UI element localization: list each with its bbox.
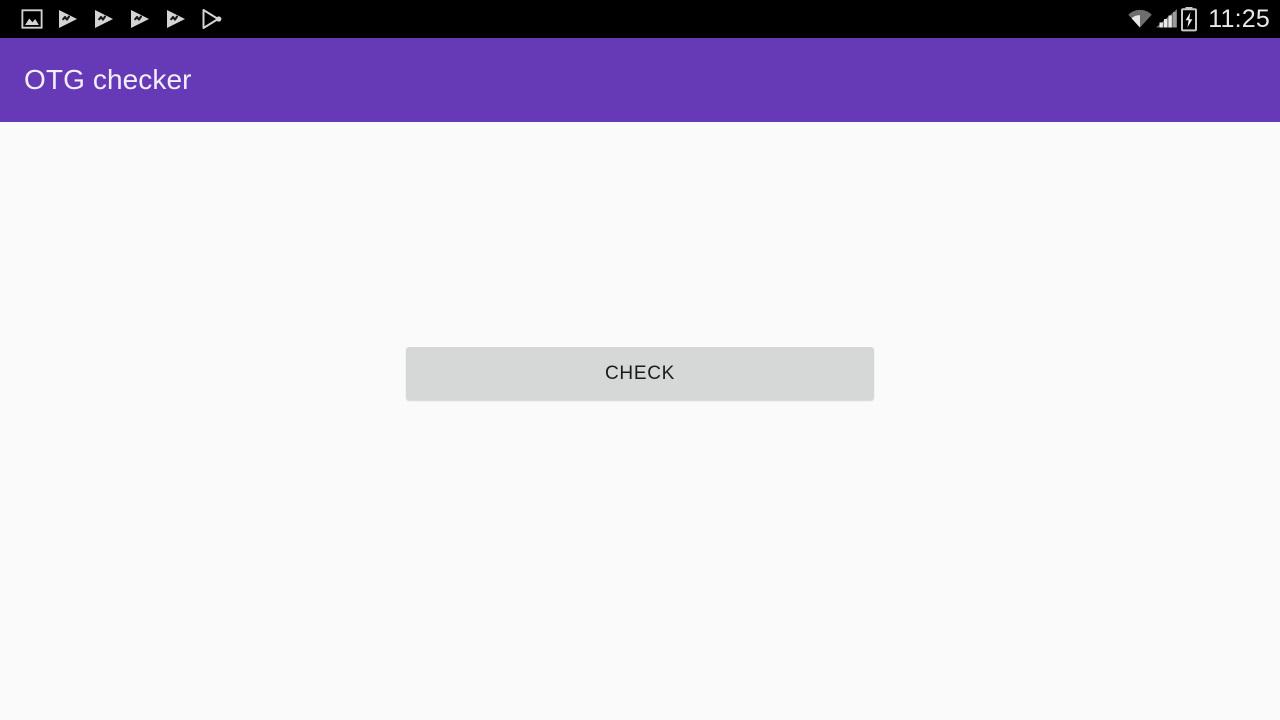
play-store-update-icon-2 [86,0,122,38]
main-content: CHECK [0,122,1280,720]
play-store-outline-icon [194,0,230,38]
play-store-update-icon-4 [158,0,194,38]
app-bar: OTG checker [0,38,1280,122]
image-icon [14,0,50,38]
android-screen: 11:25 OTG checker CHECK [0,0,1280,720]
check-button[interactable]: CHECK [406,347,874,400]
page-title: OTG checker [24,64,192,95]
status-bar-clock: 11:25 [1208,5,1270,33]
play-store-update-icon-3 [122,0,158,38]
play-store-update-icon-1 [50,0,86,38]
wifi-icon [1126,0,1154,38]
status-bar[interactable]: 11:25 [0,0,1280,38]
status-bar-notification-icons [14,0,230,38]
status-bar-system-icons: 11:25 [1126,0,1274,38]
battery-charging-icon [1180,0,1198,38]
cellular-signal-icon [1154,0,1180,38]
